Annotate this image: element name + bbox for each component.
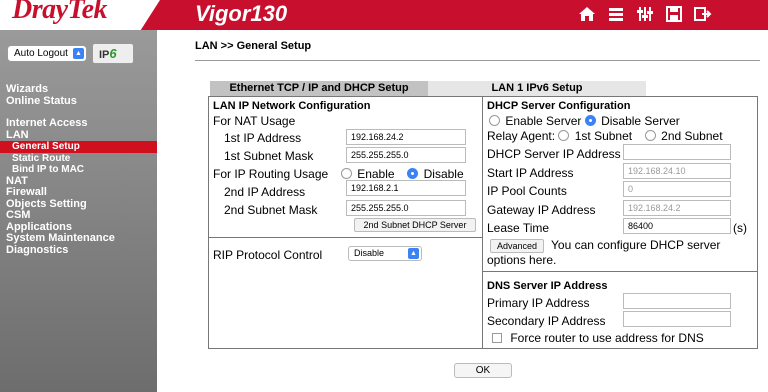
dns-separator [482,271,757,272]
dhcp-server-ip-label: DHCP Server IP Address [487,147,621,161]
mask1-label: 1st Subnet Mask [224,149,314,163]
sidebar-item-system-maintenance[interactable]: System Maintenance [0,232,157,245]
advanced-text-2: options here. [487,253,557,267]
top-header: DrayTek Vigor130 [0,0,768,30]
auto-logout-label: Auto Logout [14,48,68,59]
routing-usage-label: For IP Routing Usage [213,167,329,181]
model-name: Vigor130 [195,1,288,26]
relay-agent-label: Relay Agent: [487,129,556,143]
rip-value: Disable [354,248,385,258]
ip1-label: 1st IP Address [224,131,302,145]
dhcp-server-mode-row: Enable Server Disable Server [489,114,680,128]
dhcp-server-ip-input[interactable] [623,144,731,160]
ip2-input[interactable]: 192.168.2.1 [346,180,466,196]
rip-select[interactable]: Disable ▲ [348,246,422,261]
settings-panel: LAN IP Network Configuration For NAT Usa… [208,96,758,349]
rip-separator [209,237,482,238]
advanced-button[interactable]: Advanced [490,239,544,253]
ipv6-label-ip: IP [99,49,110,61]
breadcrumb: LAN >> General Setup [195,40,312,52]
enable-server-label: Enable Server [505,114,582,128]
dns-header: DNS Server IP Address [487,280,608,292]
sidebar-item-bind-ip-to-mac[interactable]: Bind IP to MAC [0,164,157,176]
primary-dns-input[interactable] [623,293,731,309]
sidebar-item-csm[interactable]: CSM [0,209,157,222]
start-ip-label: Start IP Address [487,166,574,180]
nat-usage-label: For NAT Usage [213,114,296,128]
mixer-icon[interactable] [634,4,656,24]
home-icon[interactable] [576,4,598,24]
routing-disable-label: Disable [423,167,464,181]
routing-disable-radio[interactable] [407,168,419,179]
lease-unit: (s) [733,221,747,235]
pool-counts-input[interactable]: 0 [623,181,731,197]
pool-counts-label: IP Pool Counts [487,184,567,198]
routing-enable-label: Enable [357,167,395,181]
sidebar: Auto Logout ▲ IP6 Wizards Online Status … [0,30,157,392]
start-ip-input[interactable]: 192.168.24.10 [623,163,731,179]
force-dns-label: Force router to use address for DNS [510,331,704,345]
ok-button[interactable]: OK [454,363,512,378]
advanced-text-1: You can configure DHCP server [551,238,721,252]
logout-icon[interactable] [692,4,714,24]
rip-label: RIP Protocol Control [213,248,323,262]
sidebar-item-general-setup[interactable]: General Setup [0,141,157,153]
list-icon[interactable] [605,4,627,24]
lease-time-input[interactable]: 86400 [623,218,731,234]
sidebar-item-firewall[interactable]: Firewall [0,186,157,199]
save-icon[interactable] [663,4,685,24]
relay-second-subnet-label: 2nd Subnet [661,129,723,143]
auto-logout-select[interactable]: Auto Logout ▲ [7,45,87,62]
chevron-updown-icon: ▲ [73,48,84,59]
force-dns-checkbox[interactable] [492,333,502,343]
mask2-input[interactable]: 255.255.255.0 [346,200,466,216]
sidebar-item-diagnostics[interactable]: Diagnostics [0,244,157,257]
second-subnet-dhcp-button[interactable]: 2nd Subnet DHCP Server [354,218,476,232]
sidebar-item-wizards[interactable]: Wizards [0,83,157,96]
disable-server-label: Disable Server [601,114,680,128]
tab-lan1-ipv6[interactable]: LAN 1 IPv6 Setup [428,81,646,96]
gateway-ip-input[interactable]: 192.168.24.2 [623,200,731,216]
logo-area: DrayTek [0,0,160,30]
sidebar-item-static-route[interactable]: Static Route [0,153,157,165]
force-dns-row: Force router to use address for DNS [492,331,704,345]
sidebar-menu: Wizards Online Status Internet Access LA… [0,83,157,257]
lan-config-header: LAN IP Network Configuration [213,100,371,112]
relay-agent-row: Relay Agent: 1st Subnet 2nd Subnet [487,129,723,143]
lease-time-label: Lease Time [487,221,550,235]
secondary-dns-input[interactable] [623,311,731,327]
divider [195,60,760,61]
ipv6-button[interactable]: IP6 [92,43,134,64]
chevron-updown-icon: ▲ [408,248,419,259]
draytek-logo: DrayTek [12,0,108,25]
mask2-label: 2nd Subnet Mask [224,203,318,217]
ip2-label: 2nd IP Address [224,185,306,199]
primary-dns-label: Primary IP Address [487,296,590,310]
column-divider [482,97,483,348]
relay-second-subnet-radio[interactable] [644,130,656,141]
dhcp-config-header: DHCP Server Configuration [487,100,631,112]
relay-first-subnet-label: 1st Subnet [574,129,633,143]
sidebar-item-internet-access[interactable]: Internet Access [0,117,157,130]
gateway-ip-label: Gateway IP Address [487,203,596,217]
secondary-dns-label: Secondary IP Address [487,314,606,328]
relay-first-subnet-radio[interactable] [558,130,570,141]
ipv6-label-6: 6 [109,46,117,61]
sidebar-item-online-status[interactable]: Online Status [0,95,157,108]
ip1-input[interactable]: 192.168.24.2 [346,129,466,145]
sidebar-item-lan[interactable]: LAN [0,129,157,142]
routing-usage-row: For IP Routing Usage Enable Disable [213,167,464,181]
disable-server-radio[interactable] [584,115,596,126]
enable-server-radio[interactable] [489,115,500,126]
tab-ethernet-tcp-ip[interactable]: Ethernet TCP / IP and DHCP Setup [210,81,428,96]
routing-enable-radio[interactable] [340,168,352,179]
mask1-input[interactable]: 255.255.255.0 [346,147,466,163]
